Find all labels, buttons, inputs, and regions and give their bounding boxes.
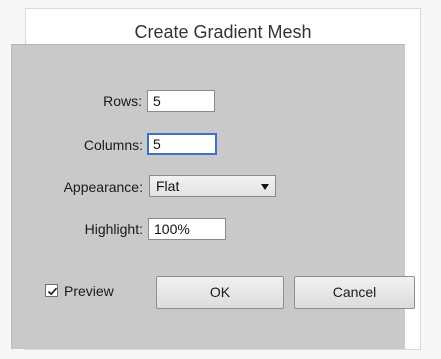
dropdown-arrow-icon bbox=[261, 184, 269, 190]
preview-checkbox[interactable] bbox=[45, 284, 58, 297]
ok-button[interactable]: OK bbox=[156, 276, 284, 309]
rows-field[interactable]: 5 bbox=[147, 90, 215, 112]
highlight-label: Highlight: bbox=[84, 221, 143, 237]
cancel-button[interactable]: Cancel bbox=[294, 276, 415, 309]
rows-label: Rows: bbox=[103, 93, 142, 109]
preview-label[interactable]: Preview bbox=[64, 283, 124, 299]
highlight-field[interactable]: 100% bbox=[148, 218, 226, 240]
checkmark-icon bbox=[47, 287, 58, 296]
columns-label: Columns: bbox=[83, 137, 143, 153]
columns-field[interactable]: 5 bbox=[147, 133, 217, 155]
appearance-select[interactable]: Flat bbox=[149, 175, 276, 197]
dialog-title: Create Gradient Mesh bbox=[134, 22, 312, 42]
appearance-selected-value: Flat bbox=[156, 178, 180, 194]
appearance-label: Appearance: bbox=[63, 179, 143, 195]
